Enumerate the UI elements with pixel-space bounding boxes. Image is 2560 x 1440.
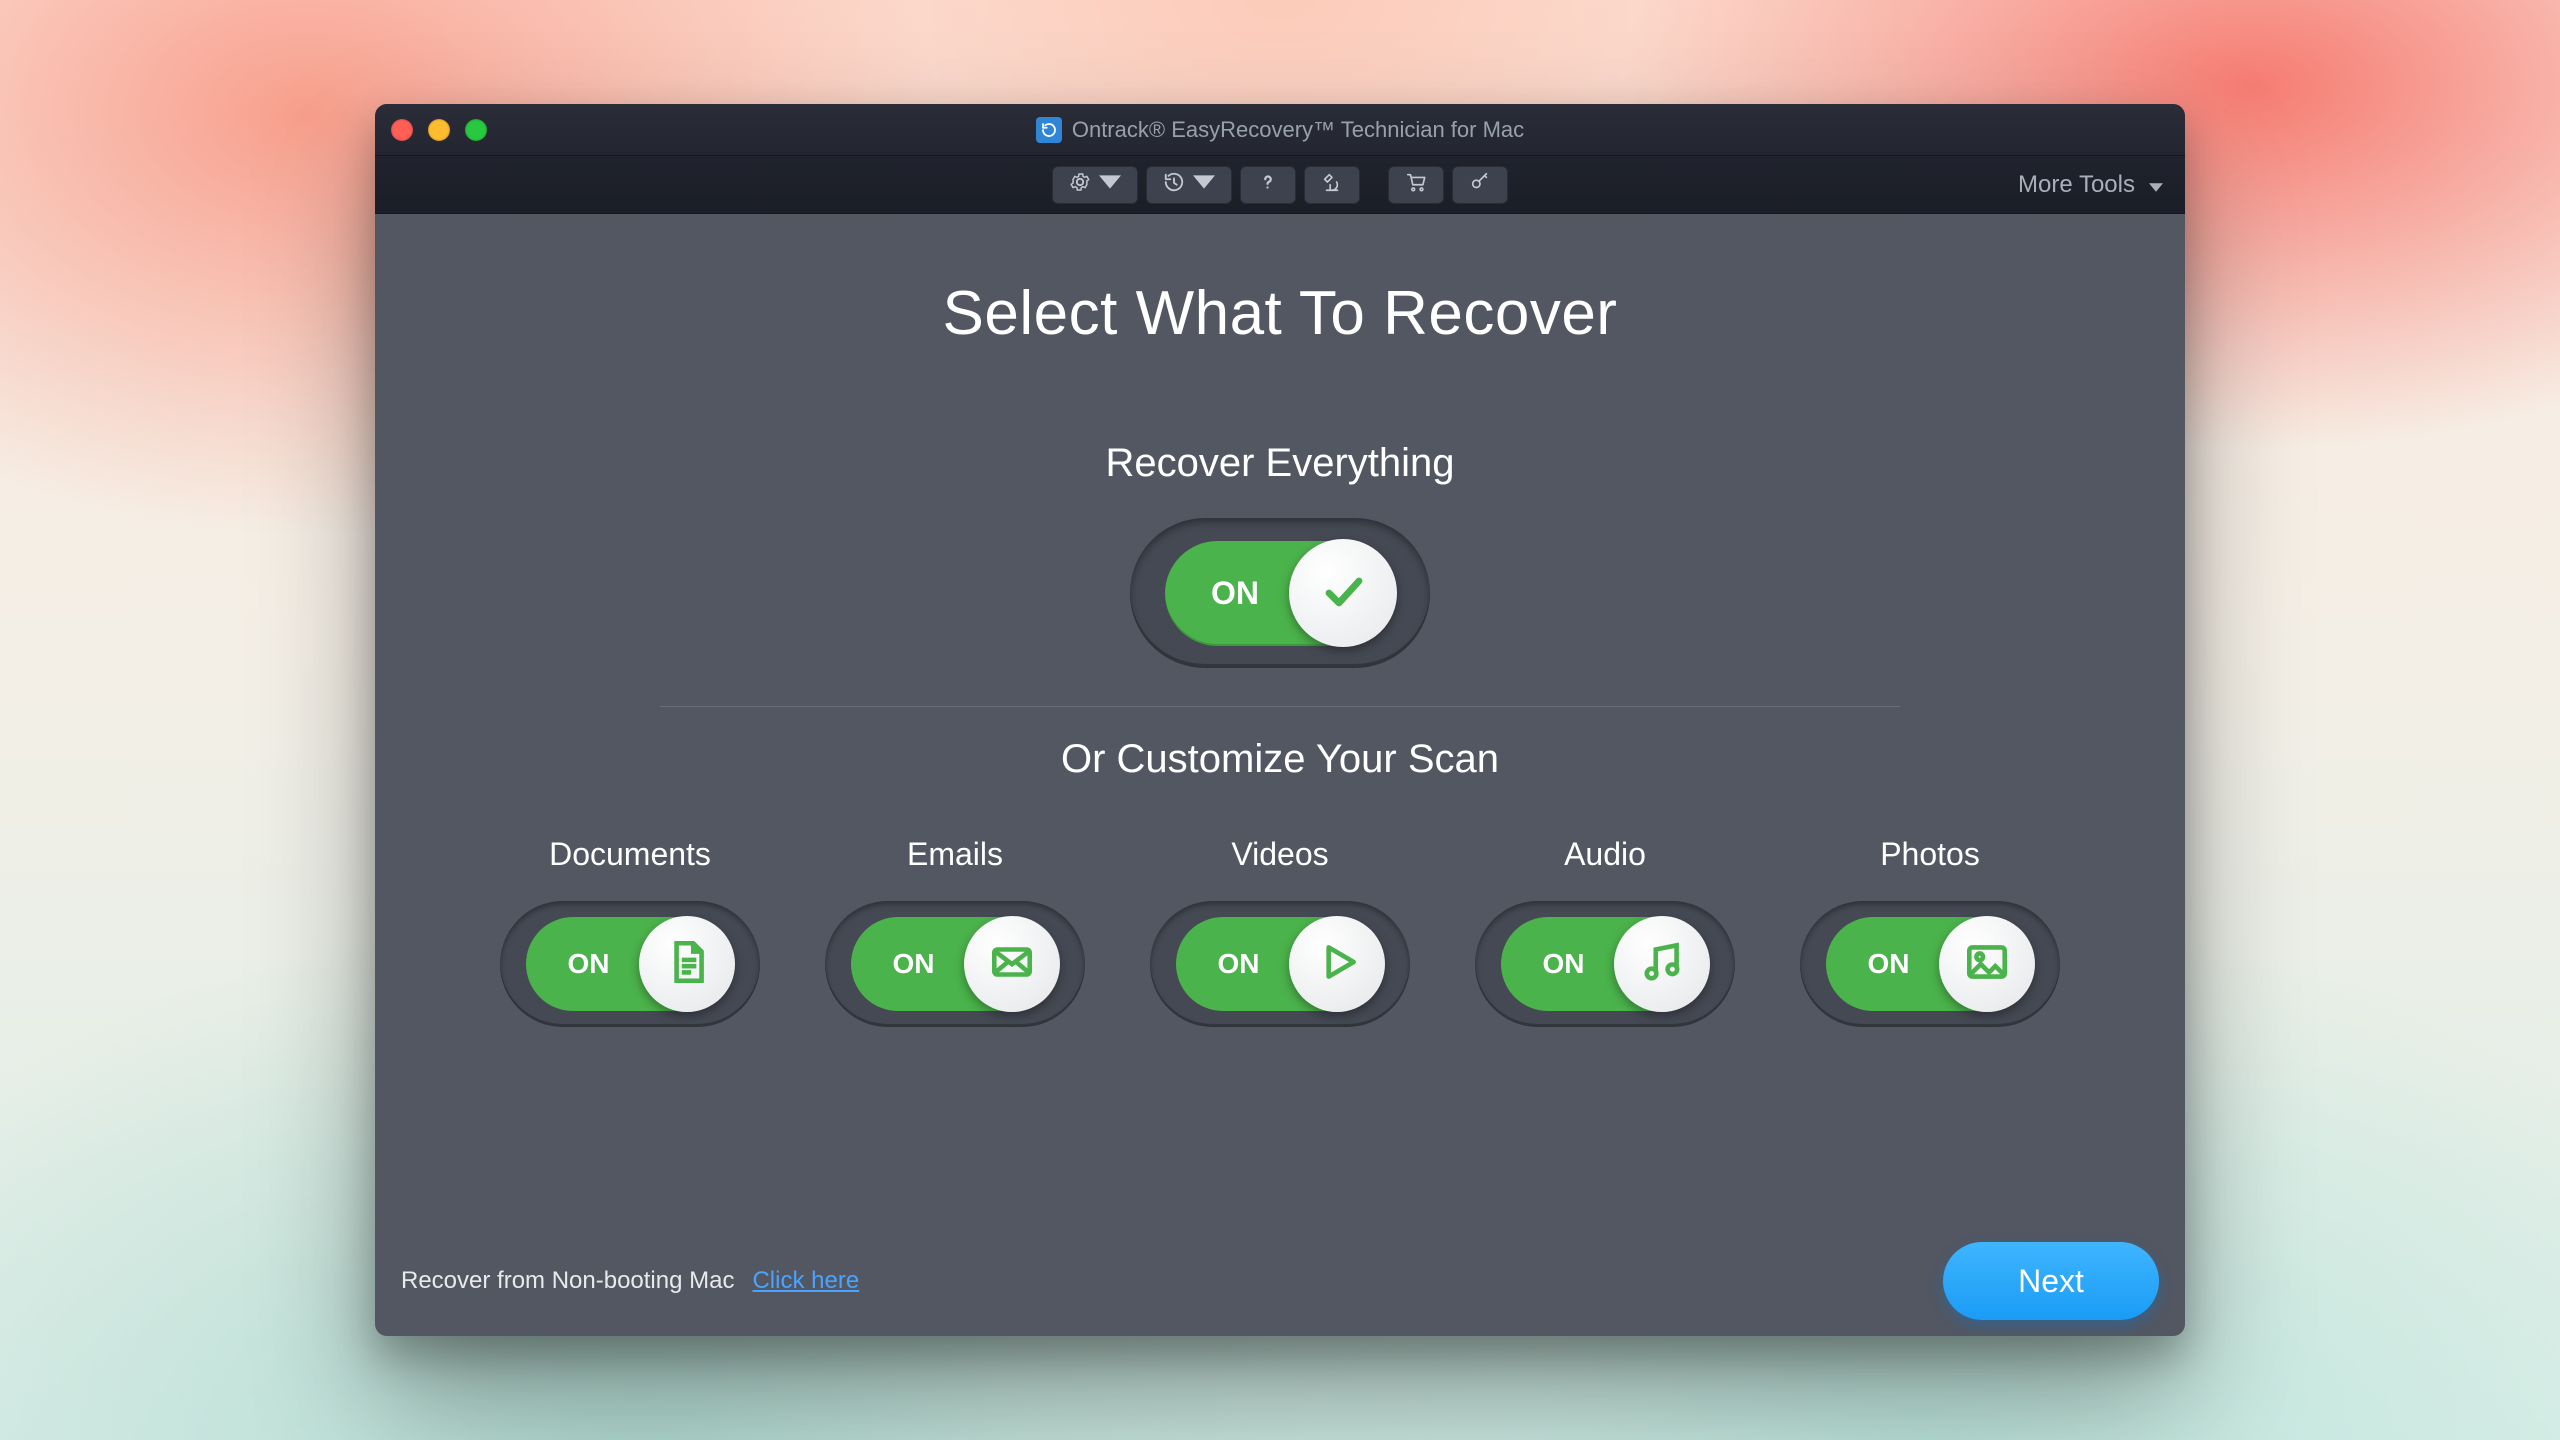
toggle-knob	[964, 916, 1060, 1012]
content-area: Select What To Recover Recover Everythin…	[375, 214, 2185, 1336]
category-row: Documents ON Emails	[500, 836, 2060, 1027]
documents-toggle-wrap: ON	[500, 901, 760, 1027]
toolbar-group-right	[1388, 166, 1508, 204]
toggle-on-label: ON	[1826, 948, 1939, 980]
cart-icon	[1405, 171, 1427, 198]
more-tools-label: More Tools	[2018, 171, 2135, 199]
history-icon	[1163, 171, 1185, 198]
category-documents: Documents ON	[500, 836, 760, 1027]
category-emails: Emails ON	[825, 836, 1085, 1027]
recover-everything-toggle-wrap: ON	[1130, 518, 1430, 668]
emails-toggle[interactable]: ON	[851, 917, 1059, 1011]
audio-toggle-wrap: ON	[1475, 901, 1735, 1027]
page-heading: Select What To Recover	[943, 278, 1618, 349]
toggle-on-label: ON	[526, 948, 639, 980]
play-icon	[1312, 937, 1362, 992]
key-icon	[1469, 171, 1491, 198]
key-button[interactable]	[1452, 166, 1508, 204]
toggle-on-label: ON	[1501, 948, 1614, 980]
emails-toggle-wrap: ON	[825, 901, 1085, 1027]
email-icon	[987, 937, 1037, 992]
toggle-knob	[1289, 539, 1397, 647]
gear-icon	[1069, 171, 1091, 198]
toggle-on-label: ON	[851, 948, 964, 980]
category-label: Videos	[1231, 836, 1328, 873]
image-icon	[1962, 937, 2012, 992]
minimize-button[interactable]	[428, 119, 450, 141]
window-title-text: Ontrack® EasyRecovery™ Technician for Ma…	[1072, 117, 1524, 143]
microscope-icon	[1321, 171, 1343, 198]
recover-everything-label: Recover Everything	[1105, 441, 1454, 486]
documents-toggle[interactable]: ON	[526, 917, 734, 1011]
category-photos: Photos ON	[1800, 836, 2060, 1027]
toggle-on-label: ON	[1176, 948, 1289, 980]
toggle-knob	[1289, 916, 1385, 1012]
zoom-button[interactable]	[465, 119, 487, 141]
caret-down-icon	[2149, 171, 2163, 199]
audio-toggle[interactable]: ON	[1501, 917, 1709, 1011]
category-label: Emails	[907, 836, 1003, 873]
photos-toggle[interactable]: ON	[1826, 917, 2034, 1011]
document-icon	[662, 937, 712, 992]
help-button[interactable]	[1240, 166, 1296, 204]
next-button[interactable]: Next	[1943, 1242, 2159, 1320]
customize-scan-label: Or Customize Your Scan	[1061, 737, 1499, 782]
cart-button[interactable]	[1388, 166, 1444, 204]
category-label: Documents	[549, 836, 711, 873]
click-here-link[interactable]: Click here	[752, 1267, 859, 1295]
microscope-button[interactable]	[1304, 166, 1360, 204]
toggle-knob	[639, 916, 735, 1012]
category-label: Photos	[1880, 836, 1980, 873]
caret-down-icon	[1193, 171, 1215, 198]
help-icon	[1257, 171, 1279, 198]
category-label: Audio	[1564, 836, 1646, 873]
toggle-knob	[1614, 916, 1710, 1012]
toolbar-group-left	[1052, 166, 1360, 204]
category-audio: Audio ON	[1475, 836, 1735, 1027]
recover-everything-toggle[interactable]: ON	[1165, 541, 1395, 646]
videos-toggle[interactable]: ON	[1176, 917, 1384, 1011]
toggle-on-label: ON	[1165, 575, 1289, 612]
category-videos: Videos ON	[1150, 836, 1410, 1027]
music-icon	[1637, 937, 1687, 992]
app-window: Ontrack® EasyRecovery™ Technician for Ma…	[375, 104, 2185, 1336]
divider	[660, 706, 1900, 707]
toolbar: More Tools	[375, 156, 2185, 214]
nonbooting-label: Recover from Non-booting Mac	[401, 1267, 734, 1295]
toggle-knob	[1939, 916, 2035, 1012]
window-title: Ontrack® EasyRecovery™ Technician for Ma…	[375, 117, 2185, 143]
check-icon	[1319, 567, 1367, 620]
footer: Recover from Non-booting Mac Click here …	[375, 1226, 2185, 1336]
traffic-lights	[391, 119, 487, 141]
caret-down-icon	[1099, 171, 1121, 198]
next-button-label: Next	[2018, 1263, 2084, 1300]
more-tools-dropdown[interactable]: More Tools	[2018, 171, 2163, 199]
close-button[interactable]	[391, 119, 413, 141]
nonbooting-mac-note: Recover from Non-booting Mac Click here	[401, 1267, 859, 1295]
videos-toggle-wrap: ON	[1150, 901, 1410, 1027]
titlebar: Ontrack® EasyRecovery™ Technician for Ma…	[375, 104, 2185, 156]
app-icon	[1036, 117, 1062, 143]
history-button[interactable]	[1146, 166, 1232, 204]
photos-toggle-wrap: ON	[1800, 901, 2060, 1027]
settings-button[interactable]	[1052, 166, 1138, 204]
